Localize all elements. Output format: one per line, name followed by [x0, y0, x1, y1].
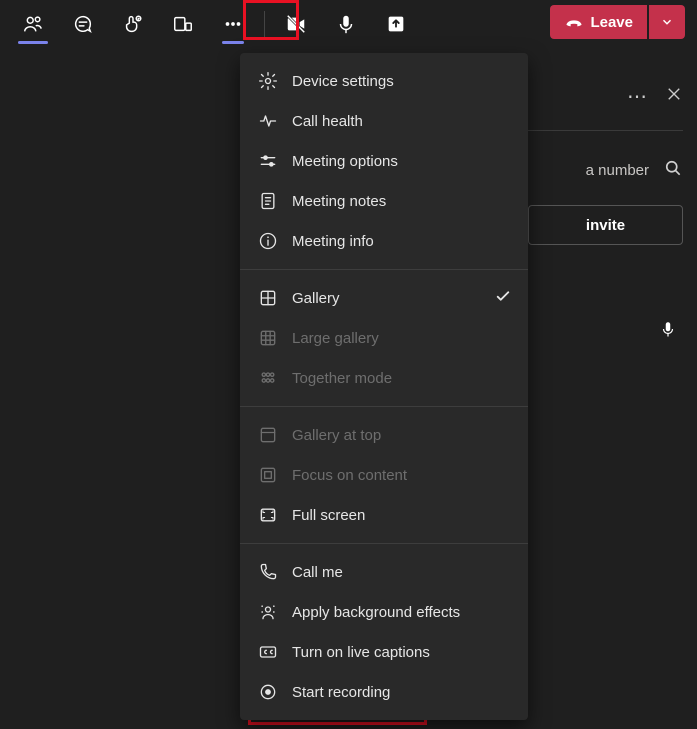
menu-item-label: Focus on content — [292, 467, 407, 484]
more-actions-button[interactable] — [208, 0, 258, 48]
menu-item-label: Gallery — [292, 290, 340, 307]
menu-item-call-me[interactable]: Call me — [240, 552, 528, 592]
menu-item-label: Apply background effects — [292, 604, 460, 621]
people-icon — [258, 368, 278, 388]
menu-item-label: Meeting notes — [292, 193, 386, 210]
gear-icon — [258, 71, 278, 91]
menu-item-start-recording[interactable]: Start recording — [240, 672, 528, 712]
menu-item-label: Gallery at top — [292, 427, 381, 444]
share-button[interactable] — [371, 0, 421, 48]
phone-icon — [258, 562, 278, 582]
more-actions-menu: Device settings Call health Meeting option… — [240, 53, 528, 720]
menu-item-label: Together mode — [292, 370, 392, 387]
reactions-button[interactable] — [108, 0, 158, 48]
grid2-icon — [258, 288, 278, 308]
menu-item-label: Call me — [292, 564, 343, 581]
toolbar-divider — [264, 11, 265, 37]
toprow-icon — [258, 425, 278, 445]
search-icon[interactable] — [663, 158, 683, 182]
menu-item-meeting-notes[interactable]: Meeting notes — [240, 181, 528, 221]
panel-divider — [528, 130, 683, 131]
check-icon — [494, 287, 512, 309]
chat-button[interactable] — [58, 0, 108, 48]
grid3-icon — [258, 328, 278, 348]
menu-item-label: Start recording — [292, 684, 390, 701]
menu-item-label: Device settings — [292, 73, 394, 90]
menu-item-label: Large gallery — [292, 330, 379, 347]
menu-item-together-mode: Together mode — [240, 358, 528, 398]
menu-item-meeting-info[interactable]: Meeting info — [240, 221, 528, 261]
info-icon — [258, 231, 278, 251]
camera-button[interactable] — [271, 0, 321, 48]
rooms-button[interactable] — [158, 0, 208, 48]
menu-item-gallery[interactable]: Gallery — [240, 278, 528, 318]
leave-dropdown-button[interactable] — [649, 5, 685, 39]
menu-item-device-settings[interactable]: Device settings — [240, 61, 528, 101]
menu-item-label: Call health — [292, 113, 363, 130]
participant-mic-icon — [659, 320, 677, 343]
notes-icon — [258, 191, 278, 211]
menu-item-label: Turn on live captions — [292, 644, 430, 661]
participants-button[interactable] — [8, 0, 58, 48]
invite-label: invite — [586, 217, 625, 234]
leave-label: Leave — [590, 14, 633, 31]
menu-item-meeting-options[interactable]: Meeting options — [240, 141, 528, 181]
panel-more-icon[interactable]: ⋯ — [627, 84, 647, 109]
sliders-icon — [258, 151, 278, 171]
menu-item-label: Meeting info — [292, 233, 374, 250]
menu-item-turn-on-live-captions[interactable]: Turn on live captions — [240, 632, 528, 672]
person-bg-icon — [258, 602, 278, 622]
menu-item-call-health[interactable]: Call health — [240, 101, 528, 141]
menu-item-label: Full screen — [292, 507, 365, 524]
call-toolbar: Leave — [0, 0, 697, 48]
menu-item-focus-on-content: Focus on content — [240, 455, 528, 495]
menu-item-gallery-at-top: Gallery at top — [240, 415, 528, 455]
leave-button[interactable]: Leave — [550, 5, 647, 39]
search-placeholder-text: a number — [586, 162, 649, 179]
menu-item-apply-background-effects[interactable]: Apply background effects — [240, 592, 528, 632]
focus-icon — [258, 465, 278, 485]
menu-item-label: Meeting options — [292, 153, 398, 170]
fullscreen-icon — [258, 505, 278, 525]
panel-close-icon[interactable] — [665, 85, 683, 109]
menu-item-large-gallery: Large gallery — [240, 318, 528, 358]
record-icon — [258, 682, 278, 702]
pulse-icon — [258, 111, 278, 131]
share-invite-button[interactable]: invite — [528, 205, 683, 245]
menu-item-full-screen[interactable]: Full screen — [240, 495, 528, 535]
cc-icon — [258, 642, 278, 662]
mic-button[interactable] — [321, 0, 371, 48]
